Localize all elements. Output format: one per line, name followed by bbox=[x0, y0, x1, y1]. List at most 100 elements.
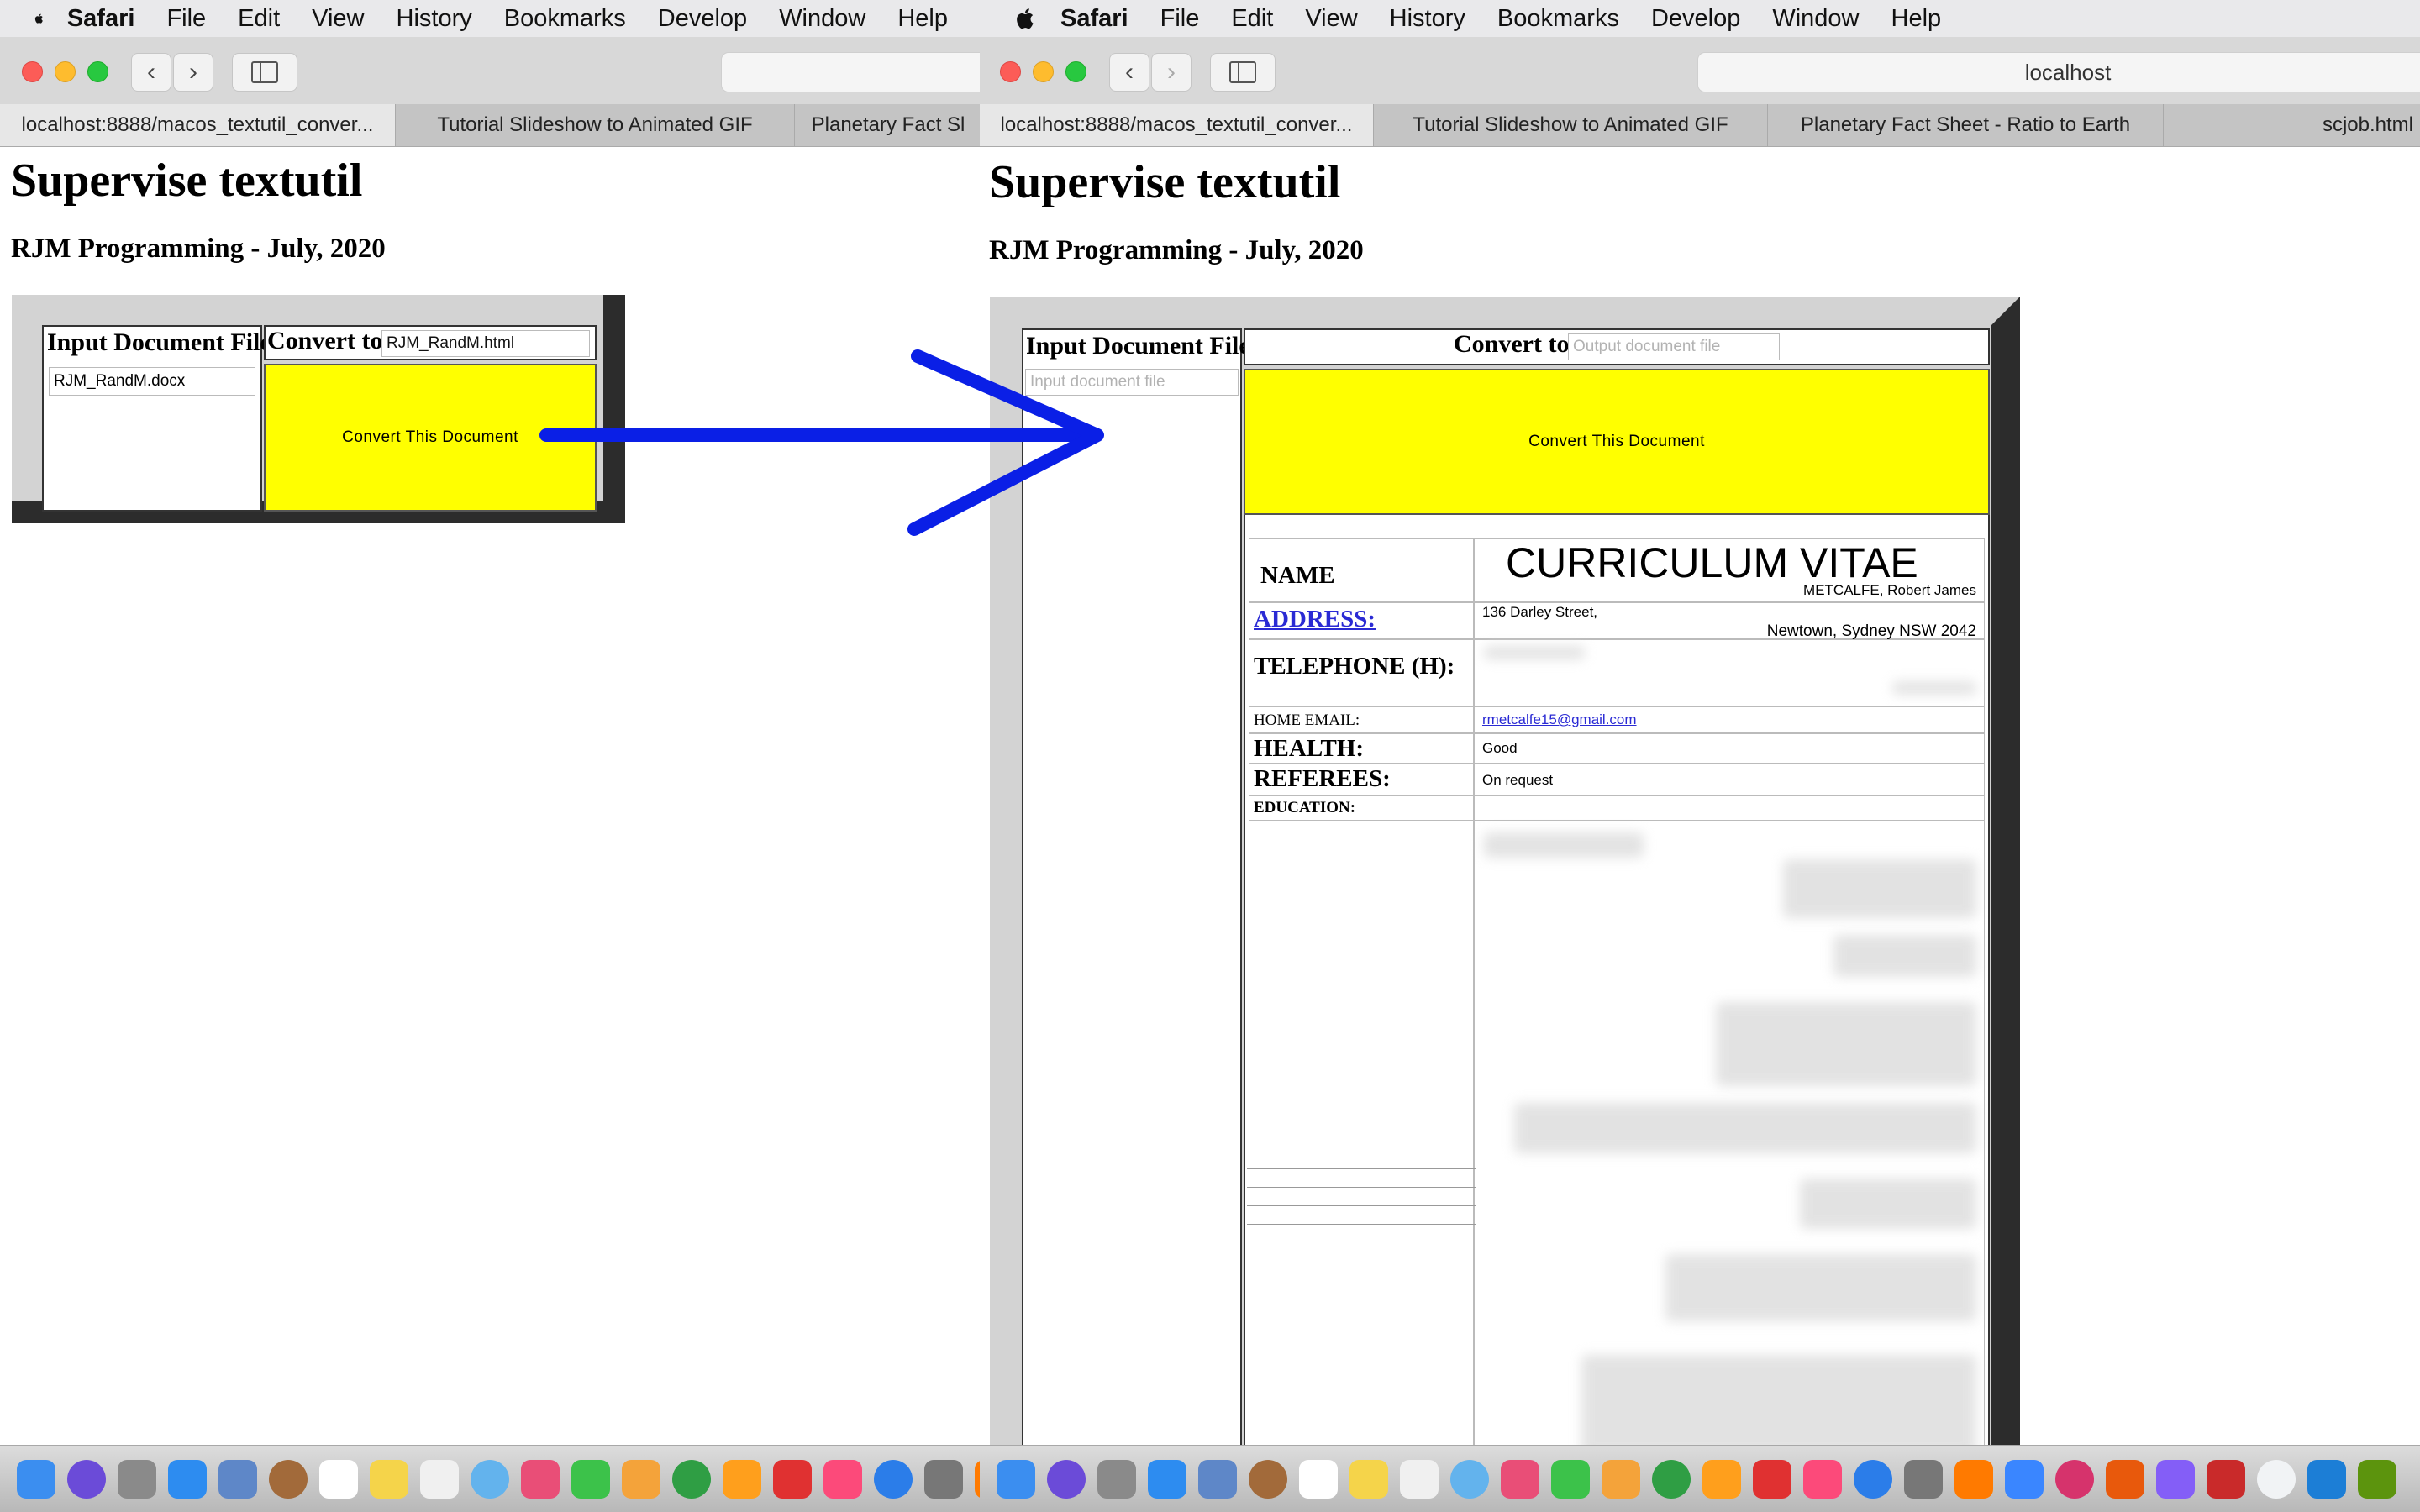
sidebar-toggle-button[interactable] bbox=[1210, 53, 1276, 92]
input-file-field[interactable]: RJM_RandM.docx bbox=[49, 367, 255, 396]
convert-button[interactable]: Convert This Document bbox=[1244, 369, 1990, 515]
menu-bookmarks[interactable]: Bookmarks bbox=[1497, 5, 1619, 33]
dock-app-icon[interactable] bbox=[2005, 1459, 2044, 1499]
dock-app-icon[interactable] bbox=[997, 1459, 1035, 1499]
dock-app-icon[interactable] bbox=[2055, 1459, 2094, 1499]
menu-history[interactable]: History bbox=[1390, 5, 1465, 33]
menu-file[interactable]: File bbox=[166, 5, 206, 33]
zoom-window-button[interactable] bbox=[87, 61, 108, 82]
tab-textutil[interactable]: localhost:8888/macos_textutil_conver... bbox=[0, 104, 396, 146]
cv-health-value: Good bbox=[1482, 740, 1518, 756]
dock-app-icon[interactable] bbox=[1198, 1459, 1237, 1499]
apple-icon[interactable] bbox=[34, 6, 45, 31]
dock-app-icon[interactable] bbox=[471, 1459, 509, 1499]
minimize-window-button[interactable] bbox=[1033, 61, 1054, 82]
dock-app-icon[interactable] bbox=[521, 1459, 560, 1499]
menu-window[interactable]: Window bbox=[1772, 5, 1859, 33]
sidebar-toggle-button[interactable] bbox=[232, 53, 297, 92]
dock-app-icon[interactable] bbox=[773, 1459, 812, 1499]
apple-icon[interactable] bbox=[1013, 6, 1039, 31]
dock-app-icon[interactable] bbox=[622, 1459, 660, 1499]
dock-app-icon[interactable] bbox=[1349, 1459, 1388, 1499]
menu-app-safari[interactable]: Safari bbox=[67, 5, 135, 33]
tab-planetary-fact[interactable]: Planetary Fact Sl bbox=[795, 104, 980, 146]
web-content: Supervise textutil RJM Programming - Jul… bbox=[980, 147, 2420, 1479]
menu-window[interactable]: Window bbox=[779, 5, 865, 33]
back-button[interactable]: ‹ bbox=[131, 53, 171, 92]
dock-app-icon[interactable] bbox=[1753, 1459, 1791, 1499]
dock-app-icon[interactable] bbox=[67, 1459, 106, 1499]
tab-slideshow-gif[interactable]: Tutorial Slideshow to Animated GIF bbox=[396, 104, 795, 146]
zoom-window-button[interactable] bbox=[1065, 61, 1086, 82]
dock-app-icon[interactable] bbox=[2207, 1459, 2245, 1499]
menu-develop[interactable]: Develop bbox=[1651, 5, 1740, 33]
tab-planetary-fact[interactable]: Planetary Fact Sheet - Ratio to Earth bbox=[1768, 104, 2164, 146]
page-subtitle: RJM Programming - July, 2020 bbox=[11, 234, 386, 264]
dock-app-icon[interactable] bbox=[420, 1459, 459, 1499]
dock-app-icon[interactable] bbox=[2106, 1459, 2144, 1499]
tab-textutil[interactable]: localhost:8888/macos_textutil_conver... bbox=[980, 104, 1374, 146]
dock-app-icon[interactable] bbox=[672, 1459, 711, 1499]
dock-app-icon[interactable] bbox=[168, 1459, 207, 1499]
dock-app-icon[interactable] bbox=[2358, 1459, 2396, 1499]
menu-history[interactable]: History bbox=[397, 5, 472, 33]
dock-app-icon[interactable] bbox=[924, 1459, 963, 1499]
menu-bookmarks[interactable]: Bookmarks bbox=[504, 5, 626, 33]
dock-app-icon[interactable] bbox=[1400, 1459, 1439, 1499]
dock-app-icon[interactable] bbox=[370, 1459, 408, 1499]
address-bar[interactable] bbox=[721, 52, 980, 92]
output-file-field[interactable]: Output document file bbox=[1568, 333, 1780, 360]
output-file-field[interactable]: RJM_RandM.html bbox=[381, 330, 590, 357]
dock-app-icon[interactable] bbox=[1954, 1459, 1993, 1499]
dock-app-icon[interactable] bbox=[1904, 1459, 1943, 1499]
dock-app-icon[interactable] bbox=[874, 1459, 913, 1499]
convert-button[interactable]: Convert This Document bbox=[264, 364, 597, 512]
dock-app-icon[interactable] bbox=[17, 1459, 55, 1499]
dock-app-icon[interactable] bbox=[1854, 1459, 1892, 1499]
dock-app-icon[interactable] bbox=[1148, 1459, 1186, 1499]
minimize-window-button[interactable] bbox=[55, 61, 76, 82]
menu-file[interactable]: File bbox=[1160, 5, 1200, 33]
dock-app-icon[interactable] bbox=[1097, 1459, 1136, 1499]
menu-app-safari[interactable]: Safari bbox=[1060, 5, 1128, 33]
dock-app-icon[interactable] bbox=[1652, 1459, 1691, 1499]
dock-app-icon[interactable] bbox=[2307, 1459, 2346, 1499]
dock-app-icon[interactable] bbox=[1702, 1459, 1741, 1499]
dock-app-icon[interactable] bbox=[1551, 1459, 1590, 1499]
cv-address-link[interactable]: ADDRESS: bbox=[1254, 606, 1376, 633]
dock-app-icon[interactable] bbox=[2257, 1459, 2296, 1499]
input-file-field[interactable]: Input document file bbox=[1025, 369, 1239, 396]
dock-app-icon[interactable] bbox=[1299, 1459, 1338, 1499]
dock-app-icon[interactable] bbox=[269, 1459, 308, 1499]
dock-app-icon[interactable] bbox=[1249, 1459, 1287, 1499]
menu-edit[interactable]: Edit bbox=[1231, 5, 1273, 33]
dock-app-icon[interactable] bbox=[1602, 1459, 1640, 1499]
menu-help[interactable]: Help bbox=[897, 5, 948, 33]
chevron-left-icon: ‹ bbox=[147, 58, 155, 86]
dock-app-icon[interactable] bbox=[1803, 1459, 1842, 1499]
close-window-button[interactable] bbox=[22, 61, 43, 82]
dock-app-icon[interactable] bbox=[571, 1459, 610, 1499]
menu-help[interactable]: Help bbox=[1891, 5, 1942, 33]
dock-app-icon[interactable] bbox=[118, 1459, 156, 1499]
dock-app-icon[interactable] bbox=[319, 1459, 358, 1499]
dock-app-icon[interactable] bbox=[1047, 1459, 1086, 1499]
forward-button[interactable]: › bbox=[173, 53, 213, 92]
dock-app-icon[interactable] bbox=[218, 1459, 257, 1499]
menu-view[interactable]: View bbox=[1305, 5, 1357, 33]
menu-view[interactable]: View bbox=[312, 5, 364, 33]
tab-slideshow-gif[interactable]: Tutorial Slideshow to Animated GIF bbox=[1374, 104, 1768, 146]
menu-develop[interactable]: Develop bbox=[658, 5, 747, 33]
tab-scjob[interactable]: scjob.html bbox=[2164, 104, 2420, 146]
dock-app-icon[interactable] bbox=[823, 1459, 862, 1499]
address-bar[interactable]: localhost bbox=[1697, 52, 2420, 92]
menu-edit[interactable]: Edit bbox=[238, 5, 280, 33]
back-button[interactable]: ‹ bbox=[1109, 53, 1150, 92]
dock-app-icon[interactable] bbox=[723, 1459, 761, 1499]
forward-button[interactable]: › bbox=[1151, 53, 1192, 92]
dock-app-icon[interactable] bbox=[1450, 1459, 1489, 1499]
close-window-button[interactable] bbox=[1000, 61, 1021, 82]
cv-email-link[interactable]: rmetcalfe15@gmail.com bbox=[1482, 711, 1637, 728]
dock-app-icon[interactable] bbox=[1501, 1459, 1539, 1499]
dock-app-icon[interactable] bbox=[2156, 1459, 2195, 1499]
